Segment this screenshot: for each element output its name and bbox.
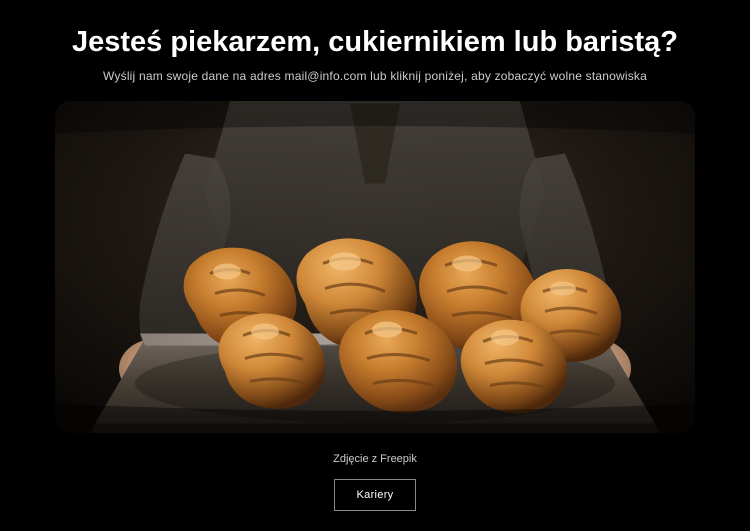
page-heading: Jesteś piekarzem, cukiernikiem lub baris… xyxy=(72,26,678,59)
page-subheading: Wyślij nam swoje dane na adres mail@info… xyxy=(103,69,647,83)
careers-button[interactable]: Kariery xyxy=(334,479,417,511)
hero-image xyxy=(55,101,695,433)
image-caption: Zdjęcie z Freepik xyxy=(333,453,417,465)
